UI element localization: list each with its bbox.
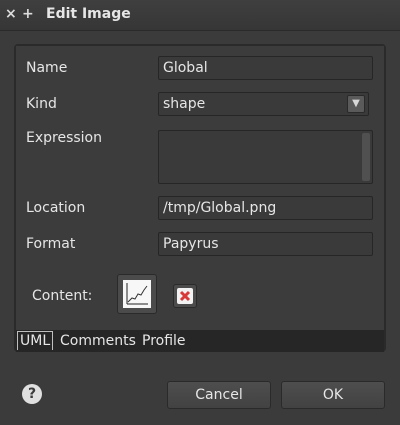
edit-image-window: × + Edit Image Name Global Kind shape ▼ … [0, 0, 400, 425]
properties-area: Name Global Kind shape ▼ Expression Loca… [16, 46, 384, 331]
tab-comments[interactable]: Comments [58, 332, 138, 350]
content-label: Content: [32, 288, 93, 304]
content-preview-button[interactable] [117, 274, 157, 314]
kind-select[interactable]: shape ▼ [158, 92, 369, 116]
tab-profile[interactable]: Profile [140, 332, 188, 350]
main-panel: Name Global Kind shape ▼ Expression Loca… [14, 44, 386, 352]
tab-bar: UML Comments Profile [16, 330, 384, 352]
format-label: Format [26, 236, 76, 252]
tab-uml[interactable]: UML [17, 331, 54, 350]
location-label: Location [26, 200, 86, 216]
delete-content-button[interactable] [173, 284, 197, 308]
name-label: Name [26, 60, 68, 76]
expression-label: Expression [26, 130, 102, 146]
maximize-icon[interactable]: + [22, 6, 34, 22]
delete-x-icon [177, 288, 193, 304]
help-icon[interactable]: ? [22, 384, 42, 404]
location-field[interactable]: /tmp/Global.png [158, 196, 373, 220]
kind-label: Kind [26, 96, 57, 112]
chevron-down-icon[interactable]: ▼ [347, 95, 365, 113]
cancel-button[interactable]: Cancel [167, 381, 271, 409]
ok-button[interactable]: OK [281, 381, 385, 409]
title-bar: × + Edit Image [0, 0, 400, 31]
expression-scrollbar[interactable] [362, 133, 370, 181]
expression-textarea[interactable] [158, 130, 373, 184]
format-field[interactable]: Papyrus [158, 232, 373, 256]
close-icon[interactable]: × [5, 6, 17, 22]
line-graph-icon [123, 280, 151, 308]
kind-value: shape [163, 96, 206, 112]
name-field[interactable]: Global [158, 56, 373, 80]
window-title: Edit Image [46, 6, 131, 22]
